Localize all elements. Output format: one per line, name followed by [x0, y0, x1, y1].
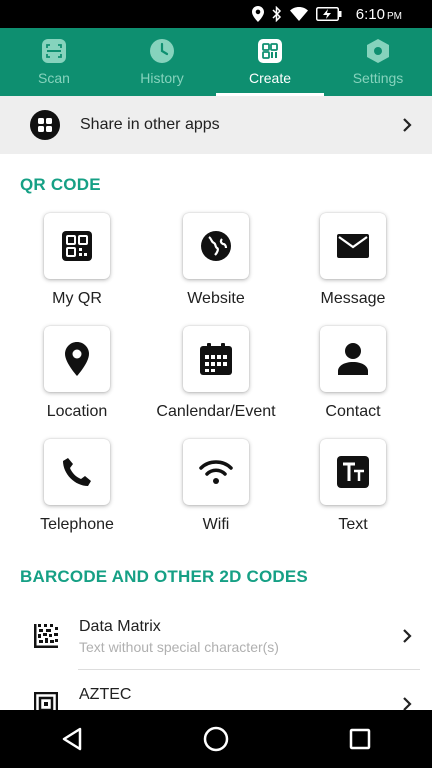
qr-item-label: My QR: [52, 290, 102, 307]
tile: [44, 439, 110, 505]
tile: [320, 326, 386, 392]
qr-item-contact[interactable]: Contact: [283, 326, 423, 421]
nav-home-button[interactable]: [186, 710, 246, 768]
share-in-other-apps-row[interactable]: Share in other apps: [0, 96, 432, 154]
tab-label: Create: [248, 70, 292, 86]
chevron-right-icon: [402, 117, 412, 133]
qr-item-label: Telephone: [40, 516, 114, 533]
tile: [183, 439, 249, 505]
wifi-status-icon: [289, 7, 308, 21]
qr-code-icon: [62, 231, 92, 261]
tab-settings[interactable]: Settings: [324, 28, 432, 96]
home-circle-icon: [203, 726, 229, 752]
list-item-subtitle: Text without special character(s): [79, 638, 279, 655]
qr-item-telephone[interactable]: Telephone: [7, 439, 147, 534]
tile: [183, 213, 249, 279]
wifi-icon: [199, 459, 233, 485]
qr-item-label: Contact: [325, 403, 381, 420]
battery-icon: [315, 7, 342, 21]
tile: [44, 213, 110, 279]
calendar-icon: [200, 343, 232, 375]
tile: [320, 439, 386, 505]
list-item-title: Data Matrix: [79, 617, 161, 635]
qr-code-section-title: QR CODE: [20, 175, 101, 194]
qr-item-calendar-event[interactable]: Canlendar/Event: [146, 326, 286, 421]
qr-item-label: Message: [320, 290, 386, 307]
nav-back-button[interactable]: [42, 710, 102, 768]
tab-label: Settings: [352, 70, 404, 86]
back-triangle-icon: [61, 727, 83, 751]
qr-item-label: Wifi: [202, 516, 230, 533]
hexagon-icon: [365, 38, 391, 64]
tab-create[interactable]: Create: [216, 28, 324, 96]
qr-item-label: Location: [46, 403, 108, 420]
clock-icon: [149, 38, 175, 64]
tab-label: History: [140, 70, 184, 86]
top-tab-bar: Scan History Create Settings: [0, 28, 432, 96]
tile: [183, 326, 249, 392]
tab-label: Scan: [38, 70, 70, 86]
barcode-item-data-matrix[interactable]: Data Matrix Text without special charact…: [0, 602, 432, 670]
qr-item-website[interactable]: Website: [146, 213, 286, 308]
qr-item-label: Text: [338, 516, 368, 533]
qr-item-message[interactable]: Message: [283, 213, 423, 308]
recents-square-icon: [349, 728, 371, 750]
apps-icon: [30, 110, 60, 140]
bluetooth-icon: [272, 6, 282, 22]
tab-history[interactable]: History: [108, 28, 216, 96]
list-item-title: AZTEC: [79, 685, 132, 703]
phone-icon: [62, 457, 92, 487]
chevron-right-icon: [402, 628, 412, 644]
qr-item-location[interactable]: Location: [7, 326, 147, 421]
status-time: 6:10 PM: [355, 5, 402, 23]
envelope-icon: [337, 234, 369, 258]
location-pin-icon: [65, 342, 89, 376]
person-icon: [338, 343, 368, 375]
nav-recents-button[interactable]: [330, 710, 390, 768]
globe-icon: [200, 230, 232, 262]
tile: [44, 326, 110, 392]
share-label: Share in other apps: [80, 116, 220, 133]
qr-item-my-qr[interactable]: My QR: [7, 213, 147, 308]
barcode-section-title: BARCODE AND OTHER 2D CODES: [20, 567, 308, 586]
qr-grid-icon: [257, 38, 283, 64]
tab-scan[interactable]: Scan: [0, 28, 108, 96]
text-icon: [337, 456, 369, 488]
qr-item-label: Website: [187, 290, 245, 307]
qr-item-wifi[interactable]: Wifi: [146, 439, 286, 534]
scan-icon: [41, 38, 67, 64]
qr-item-text[interactable]: Text: [283, 439, 423, 534]
data-matrix-icon: [34, 624, 58, 648]
location-status-icon: [251, 6, 264, 22]
list-item-text: Data Matrix Text without special charact…: [79, 618, 279, 655]
system-navigation-bar: [0, 710, 432, 768]
tile: [320, 213, 386, 279]
qr-item-label: Canlendar/Event: [156, 403, 276, 420]
status-bar: 6:10 PM: [0, 0, 432, 28]
